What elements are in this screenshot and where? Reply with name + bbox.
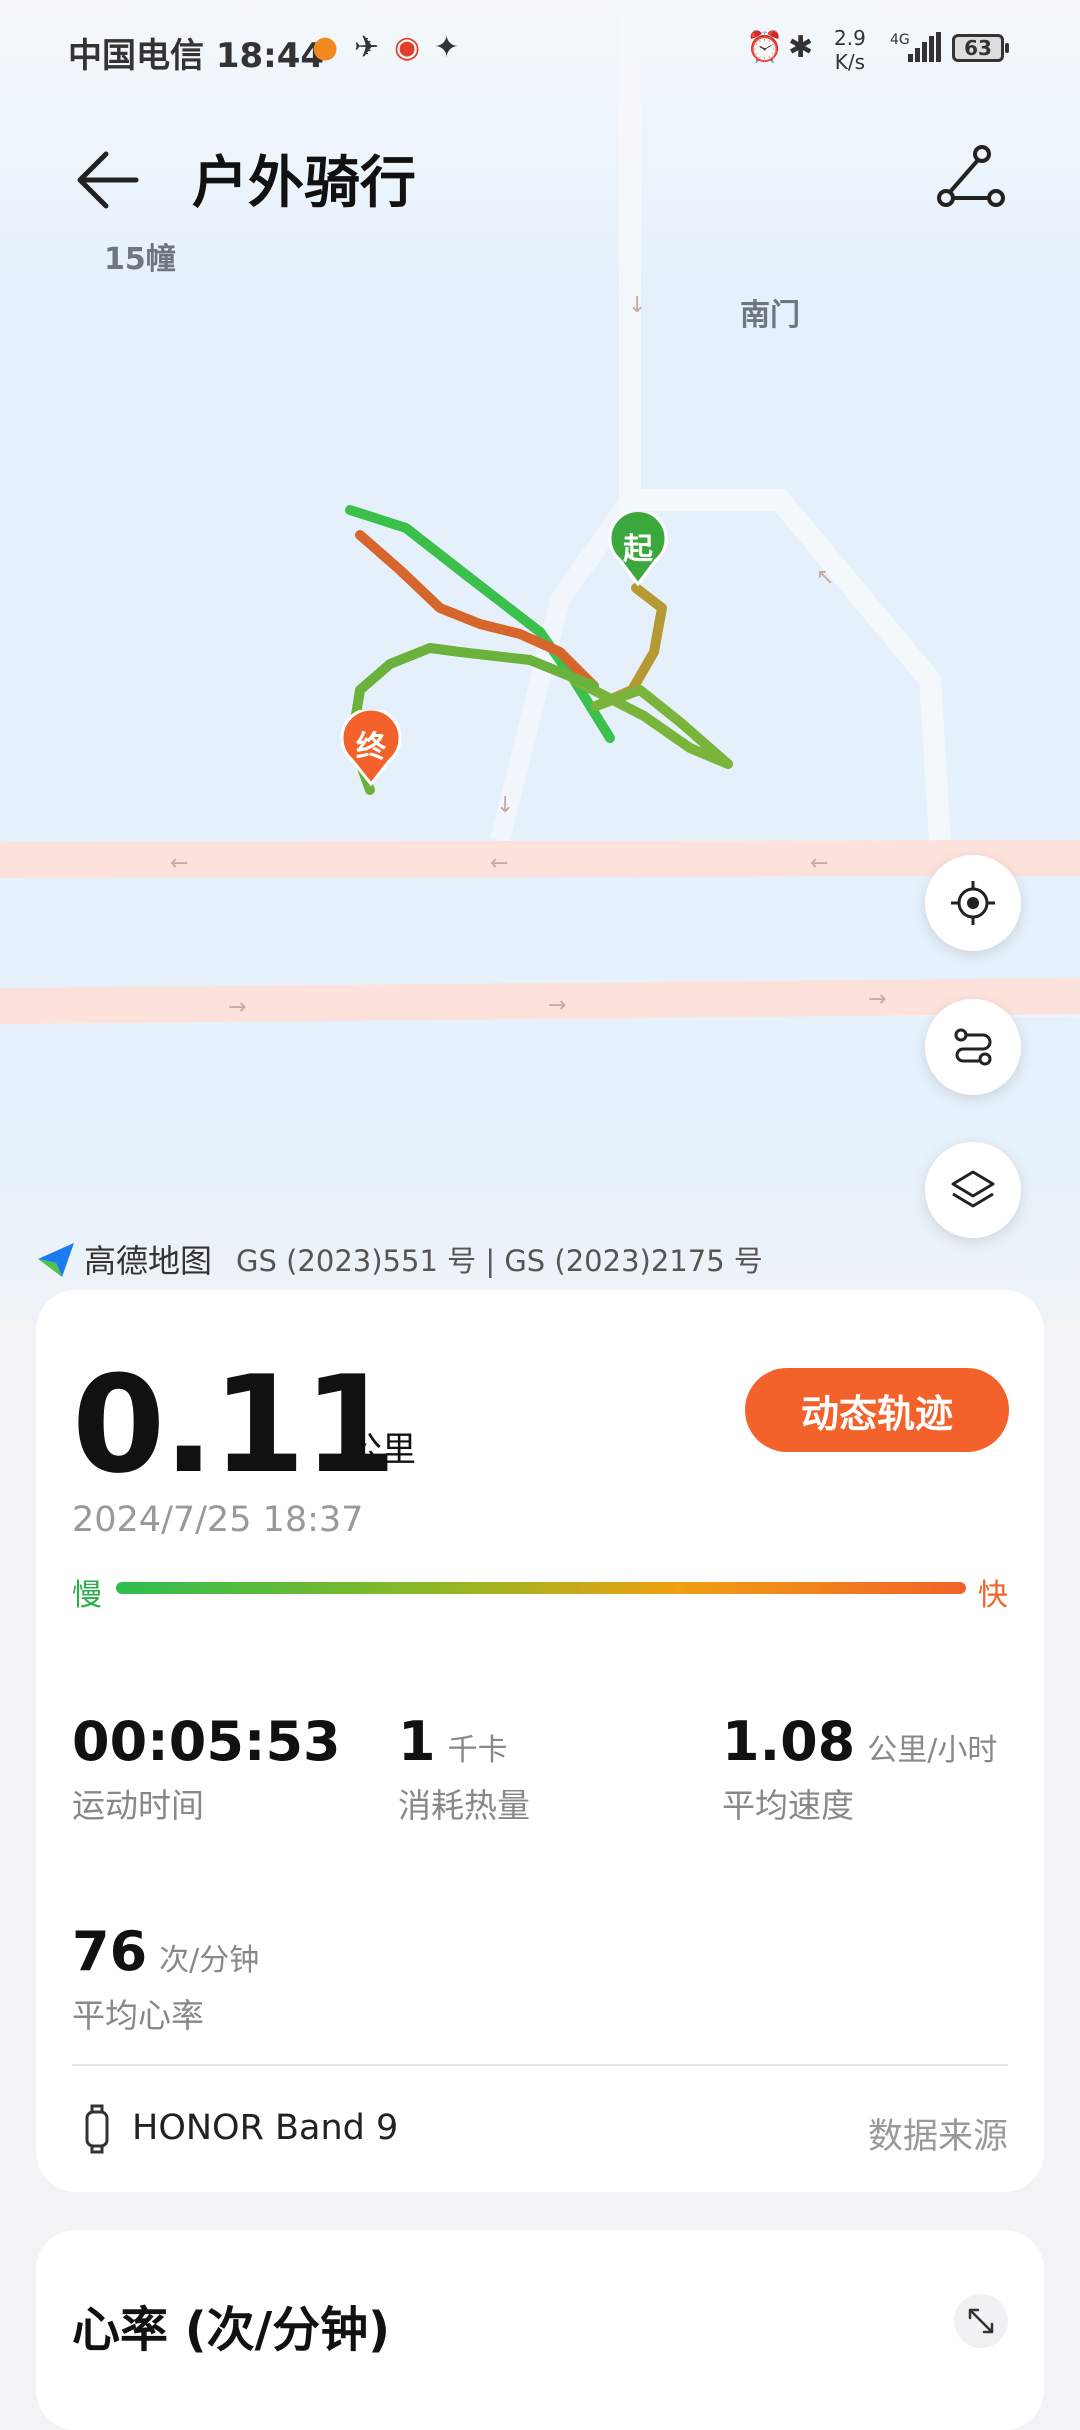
stat-value: 1.08 [722,1710,856,1773]
route-mode-button[interactable] [925,999,1021,1095]
dynamic-track-button[interactable]: 动态轨迹 [745,1368,1009,1452]
start-marker-label: 起 [623,532,653,567]
workout-summary-card: 0.11 公里 动态轨迹 2024/7/25 18:37 慢 快 00:05:5… [36,1290,1044,2192]
svg-text:→: → [868,987,886,1012]
expand-chart-button[interactable] [954,2294,1008,2348]
signal-icon [908,32,941,62]
map-credit-brand: 高德地图 [84,1242,213,1280]
heart-rate-title: 心率 (次/分钟) [72,2302,391,2358]
speed-legend-bar [116,1582,966,1594]
start-marker[interactable]: 起 [608,512,668,586]
stat-unit: 次/分钟 [159,1943,260,1978]
svg-text:←: ← [490,851,508,876]
page-title: 户外骑行 [192,151,416,216]
stat-duration: 00:05:53 运动时间 [72,1710,341,1827]
divider [72,2064,1008,2066]
distance-value: 0.11 [72,1347,397,1503]
stat-avg-speed: 1.08 公里/小时 平均速度 [722,1710,997,1827]
map-label-building: 15幢 [104,242,176,277]
stat-calories: 1 千卡 消耗热量 [398,1710,530,1827]
stat-label: 平均速度 [722,1786,854,1825]
stat-value: 00:05:53 [72,1710,341,1773]
device-name: HONOR Band 9 [132,2108,399,2148]
end-marker[interactable]: 终 [340,710,402,786]
route-share-button[interactable] [930,140,1010,220]
end-marker-label: 终 [356,730,386,765]
band-device-icon [85,2104,109,2154]
speed-slow-label: 慢 [72,1578,102,1613]
bird-app-icon: ✈ [354,30,380,65]
svg-text:↓: ↓ [496,793,514,818]
route-toggle-icon [954,1028,992,1066]
speed-fast-label: 快 [978,1578,1008,1613]
layers-icon [951,1170,995,1208]
net-speed-unit: K/s [834,50,866,74]
stat-unit: 千卡 [447,1733,508,1768]
svg-text:↖: ↖ [816,565,834,590]
distance-unit: 公里 [348,1430,416,1470]
workout-datetime: 2024/7/25 18:37 [72,1500,364,1540]
svg-text:→: → [548,993,566,1018]
map-layers-button[interactable] [925,1142,1021,1238]
expand-icon [968,2308,994,2334]
status-bar: 中国电信 18:44 ● ✈ ◉ ✦ ⏰ ✱ 2.9 K/s 4G 63 [0,0,1080,100]
cup-app-icon: ◉ [394,30,421,65]
back-arrow-icon [77,151,139,209]
map-canvas: ← ← ← → → → ↓ ↓ ↖ [0,0,1080,1024]
map-credit-license: GS (2023)551 号 | GS (2023)2175 号 [236,1244,763,1278]
svg-text:←: ← [170,851,188,876]
amap-logo-icon [38,1243,74,1277]
stat-label: 运动时间 [72,1786,204,1825]
route-map[interactable]: ← ← ← → → → ↓ ↓ ↖ 15幢 南门 起 终 高德地图 GS (20… [0,0,1080,1320]
net-speed-value: 2.9 [834,26,866,50]
alipay-app-icon: ✦ [434,30,460,65]
map-label-gate: 南门 [740,298,800,333]
back-button[interactable] [70,140,150,220]
carrier-time: 中国电信 18:44 [68,36,325,76]
stat-label: 平均心率 [72,1996,204,2035]
route-path-icon [937,145,1005,207]
stat-value: 1 [398,1710,436,1773]
stat-label: 消耗热量 [398,1786,530,1825]
stat-avg-heart-rate: 76 次/分钟 平均心率 [72,1920,259,2037]
map-credit: 高德地图 GS (2023)551 号 | GS (2023)2175 号 [36,1236,763,1282]
net-speed: 2.9 K/s [834,26,866,74]
stat-value: 76 [72,1920,148,1983]
stat-unit: 公里/小时 [867,1733,998,1768]
battery-icon: 63 [952,34,1009,62]
locate-icon [951,881,995,925]
bluetooth-icon: ✱ [788,30,814,65]
alarm-icon: ⏰ [746,30,784,65]
shield-app-icon: ● [312,30,339,65]
svg-text:↓: ↓ [628,293,646,318]
data-source-link[interactable]: 数据来源 [868,2108,1008,2159]
svg-text:→: → [228,995,246,1020]
heart-rate-card: 心率 (次/分钟) [36,2230,1044,2430]
locate-button[interactable] [925,855,1021,951]
network-type: 4G [890,32,910,48]
svg-text:←: ← [810,851,828,876]
